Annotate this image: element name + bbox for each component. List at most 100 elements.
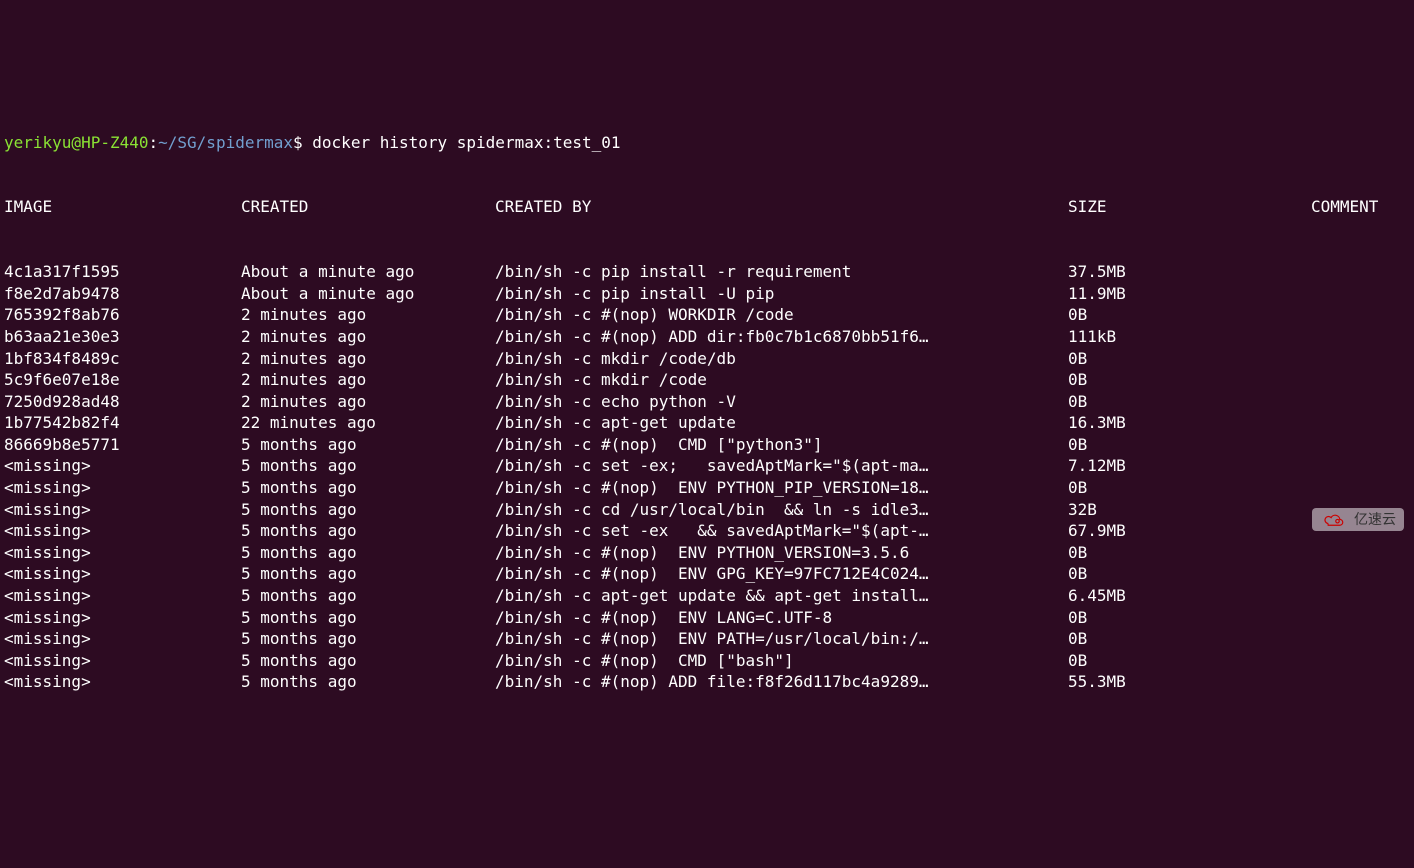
cell-size: 0B [1068, 304, 1311, 326]
cell-created-by: /bin/sh -c #(nop) ENV PYTHON_PIP_VERSION… [495, 477, 1068, 499]
cell-created-by: /bin/sh -c pip install -r requirement [495, 261, 1068, 283]
table-row: b63aa21e30e32 minutes ago/bin/sh -c #(no… [4, 326, 1410, 348]
cell-size: 0B [1068, 542, 1311, 564]
cell-created-by: /bin/sh -c set -ex && savedAptMark="$(ap… [495, 520, 1068, 542]
table-row: <missing>5 months ago/bin/sh -c #(nop) E… [4, 542, 1410, 564]
cell-created-by: /bin/sh -c pip install -U pip [495, 283, 1068, 305]
cell-created: 5 months ago [241, 434, 495, 456]
table-row: <missing>5 months ago/bin/sh -c #(nop) E… [4, 563, 1410, 585]
table-row: 5c9f6e07e18e2 minutes ago/bin/sh -c mkdi… [4, 369, 1410, 391]
prompt-path: ~/SG/spidermax [158, 132, 293, 154]
cell-size: 0B [1068, 607, 1311, 629]
watermark: 亿速云 [1312, 508, 1404, 531]
cell-created: 2 minutes ago [241, 304, 495, 326]
prompt-command: docker history spidermax:test_01 [303, 132, 621, 154]
cell-created: 5 months ago [241, 520, 495, 542]
cell-image: 1bf834f8489c [4, 348, 241, 370]
table-row: <missing>5 months ago/bin/sh -c set -ex;… [4, 455, 1410, 477]
cell-size: 0B [1068, 650, 1311, 672]
cell-created: 2 minutes ago [241, 326, 495, 348]
cell-created: About a minute ago [241, 283, 495, 305]
cell-image: 4c1a317f1595 [4, 261, 241, 283]
cell-image: b63aa21e30e3 [4, 326, 241, 348]
cell-created: 5 months ago [241, 455, 495, 477]
table-row: <missing>5 months ago/bin/sh -c #(nop) A… [4, 671, 1410, 693]
cell-created: 2 minutes ago [241, 348, 495, 370]
cell-size: 6.45MB [1068, 585, 1311, 607]
cell-image: 86669b8e5771 [4, 434, 241, 456]
cell-size: 37.5MB [1068, 261, 1311, 283]
cell-created-by: /bin/sh -c mkdir /code [495, 369, 1068, 391]
table-row: <missing>5 months ago/bin/sh -c set -ex … [4, 520, 1410, 542]
cell-size: 0B [1068, 477, 1311, 499]
cell-image: 7250d928ad48 [4, 391, 241, 413]
cell-created: 5 months ago [241, 650, 495, 672]
table-row: f8e2d7ab9478About a minute ago/bin/sh -c… [4, 283, 1410, 305]
prompt-line: yerikyu@HP-Z440:~/SG/spidermax$ docker h… [4, 132, 1410, 154]
cloud-icon [1320, 511, 1348, 529]
cell-created-by: /bin/sh -c set -ex; savedAptMark="$(apt-… [495, 455, 1068, 477]
table-row: 4c1a317f1595About a minute ago/bin/sh -c… [4, 261, 1410, 283]
header-created: CREATED [241, 196, 495, 218]
cell-created: 22 minutes ago [241, 412, 495, 434]
cell-size: 0B [1068, 369, 1311, 391]
cell-created-by: /bin/sh -c #(nop) CMD ["python3"] [495, 434, 1068, 456]
cell-image: 1b77542b82f4 [4, 412, 241, 434]
table-row: 86669b8e57715 months ago/bin/sh -c #(nop… [4, 434, 1410, 456]
table-row: 1b77542b82f422 minutes ago/bin/sh -c apt… [4, 412, 1410, 434]
cell-created: 2 minutes ago [241, 391, 495, 413]
table-row: <missing>5 months ago/bin/sh -c #(nop) E… [4, 607, 1410, 629]
terminal-output: yerikyu@HP-Z440:~/SG/spidermax$ docker h… [0, 86, 1414, 716]
watermark-text: 亿速云 [1354, 510, 1396, 529]
table-row: <missing>5 months ago/bin/sh -c #(nop) C… [4, 650, 1410, 672]
cell-size: 0B [1068, 563, 1311, 585]
cell-created: 5 months ago [241, 585, 495, 607]
table-row: 1bf834f8489c2 minutes ago/bin/sh -c mkdi… [4, 348, 1410, 370]
cell-created-by: /bin/sh -c #(nop) ENV LANG=C.UTF-8 [495, 607, 1068, 629]
cell-created-by: /bin/sh -c apt-get update [495, 412, 1068, 434]
cell-created: 5 months ago [241, 499, 495, 521]
cell-created-by: /bin/sh -c #(nop) WORKDIR /code [495, 304, 1068, 326]
cell-image: f8e2d7ab9478 [4, 283, 241, 305]
cell-created: About a minute ago [241, 261, 495, 283]
cell-image: <missing> [4, 563, 241, 585]
header-size: SIZE [1068, 196, 1311, 218]
cell-size: 32B [1068, 499, 1311, 521]
table-row: 7250d928ad482 minutes ago/bin/sh -c echo… [4, 391, 1410, 413]
cell-created: 5 months ago [241, 563, 495, 585]
cell-size: 11.9MB [1068, 283, 1311, 305]
cell-image: <missing> [4, 585, 241, 607]
cell-size: 16.3MB [1068, 412, 1311, 434]
table-row: <missing>5 months ago/bin/sh -c apt-get … [4, 585, 1410, 607]
cell-created-by: /bin/sh -c #(nop) ADD file:f8f26d117bc4a… [495, 671, 1068, 693]
table-row: 765392f8ab762 minutes ago/bin/sh -c #(no… [4, 304, 1410, 326]
prompt-user-host: yerikyu@HP-Z440 [4, 132, 149, 154]
cell-created-by: /bin/sh -c mkdir /code/db [495, 348, 1068, 370]
cell-created-by: /bin/sh -c #(nop) ENV PATH=/usr/local/bi… [495, 628, 1068, 650]
cell-created-by: /bin/sh -c #(nop) ADD dir:fb0c7b1c6870bb… [495, 326, 1068, 348]
cell-image: 5c9f6e07e18e [4, 369, 241, 391]
cell-image: <missing> [4, 520, 241, 542]
cell-created-by: /bin/sh -c #(nop) CMD ["bash"] [495, 650, 1068, 672]
cell-created: 5 months ago [241, 542, 495, 564]
cell-created: 5 months ago [241, 607, 495, 629]
cell-size: 67.9MB [1068, 520, 1311, 542]
cell-size: 7.12MB [1068, 455, 1311, 477]
cell-created-by: /bin/sh -c #(nop) ENV PYTHON_VERSION=3.5… [495, 542, 1068, 564]
cell-image: <missing> [4, 499, 241, 521]
cell-created-by: /bin/sh -c apt-get update && apt-get ins… [495, 585, 1068, 607]
cell-created-by: /bin/sh -c #(nop) ENV GPG_KEY=97FC712E4C… [495, 563, 1068, 585]
cell-size: 111kB [1068, 326, 1311, 348]
cell-image: <missing> [4, 671, 241, 693]
header-image: IMAGE [4, 196, 241, 218]
cell-size: 0B [1068, 628, 1311, 650]
cell-created: 5 months ago [241, 477, 495, 499]
cell-created-by: /bin/sh -c cd /usr/local/bin && ln -s id… [495, 499, 1068, 521]
cell-image: 765392f8ab76 [4, 304, 241, 326]
cell-created: 5 months ago [241, 628, 495, 650]
cell-image: <missing> [4, 477, 241, 499]
cell-size: 55.3MB [1068, 671, 1311, 693]
cell-image: <missing> [4, 455, 241, 477]
cell-created-by: /bin/sh -c echo python -V [495, 391, 1068, 413]
table-row: <missing>5 months ago/bin/sh -c cd /usr/… [4, 499, 1410, 521]
